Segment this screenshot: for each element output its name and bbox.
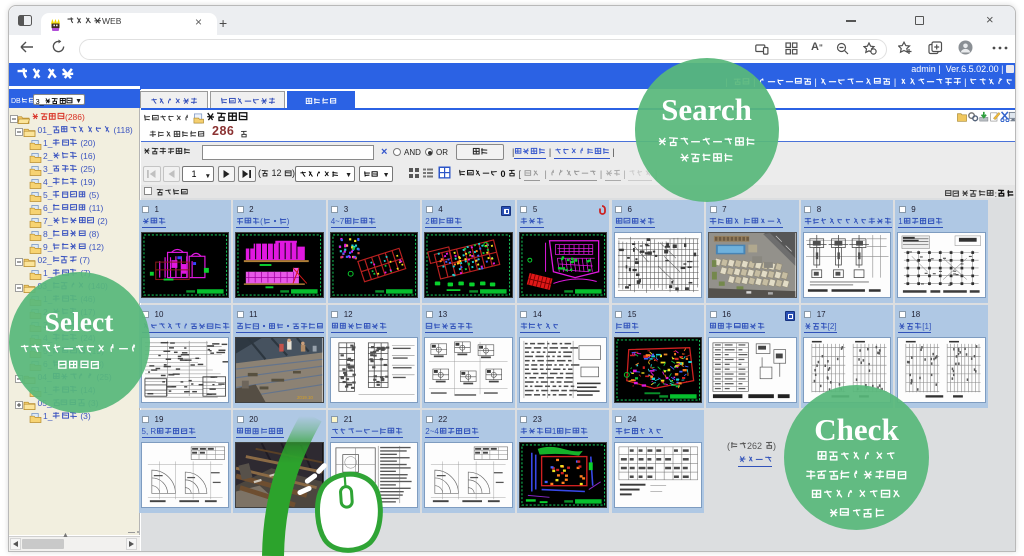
svg-text:2019.10: 2019.10 — [297, 395, 313, 400]
